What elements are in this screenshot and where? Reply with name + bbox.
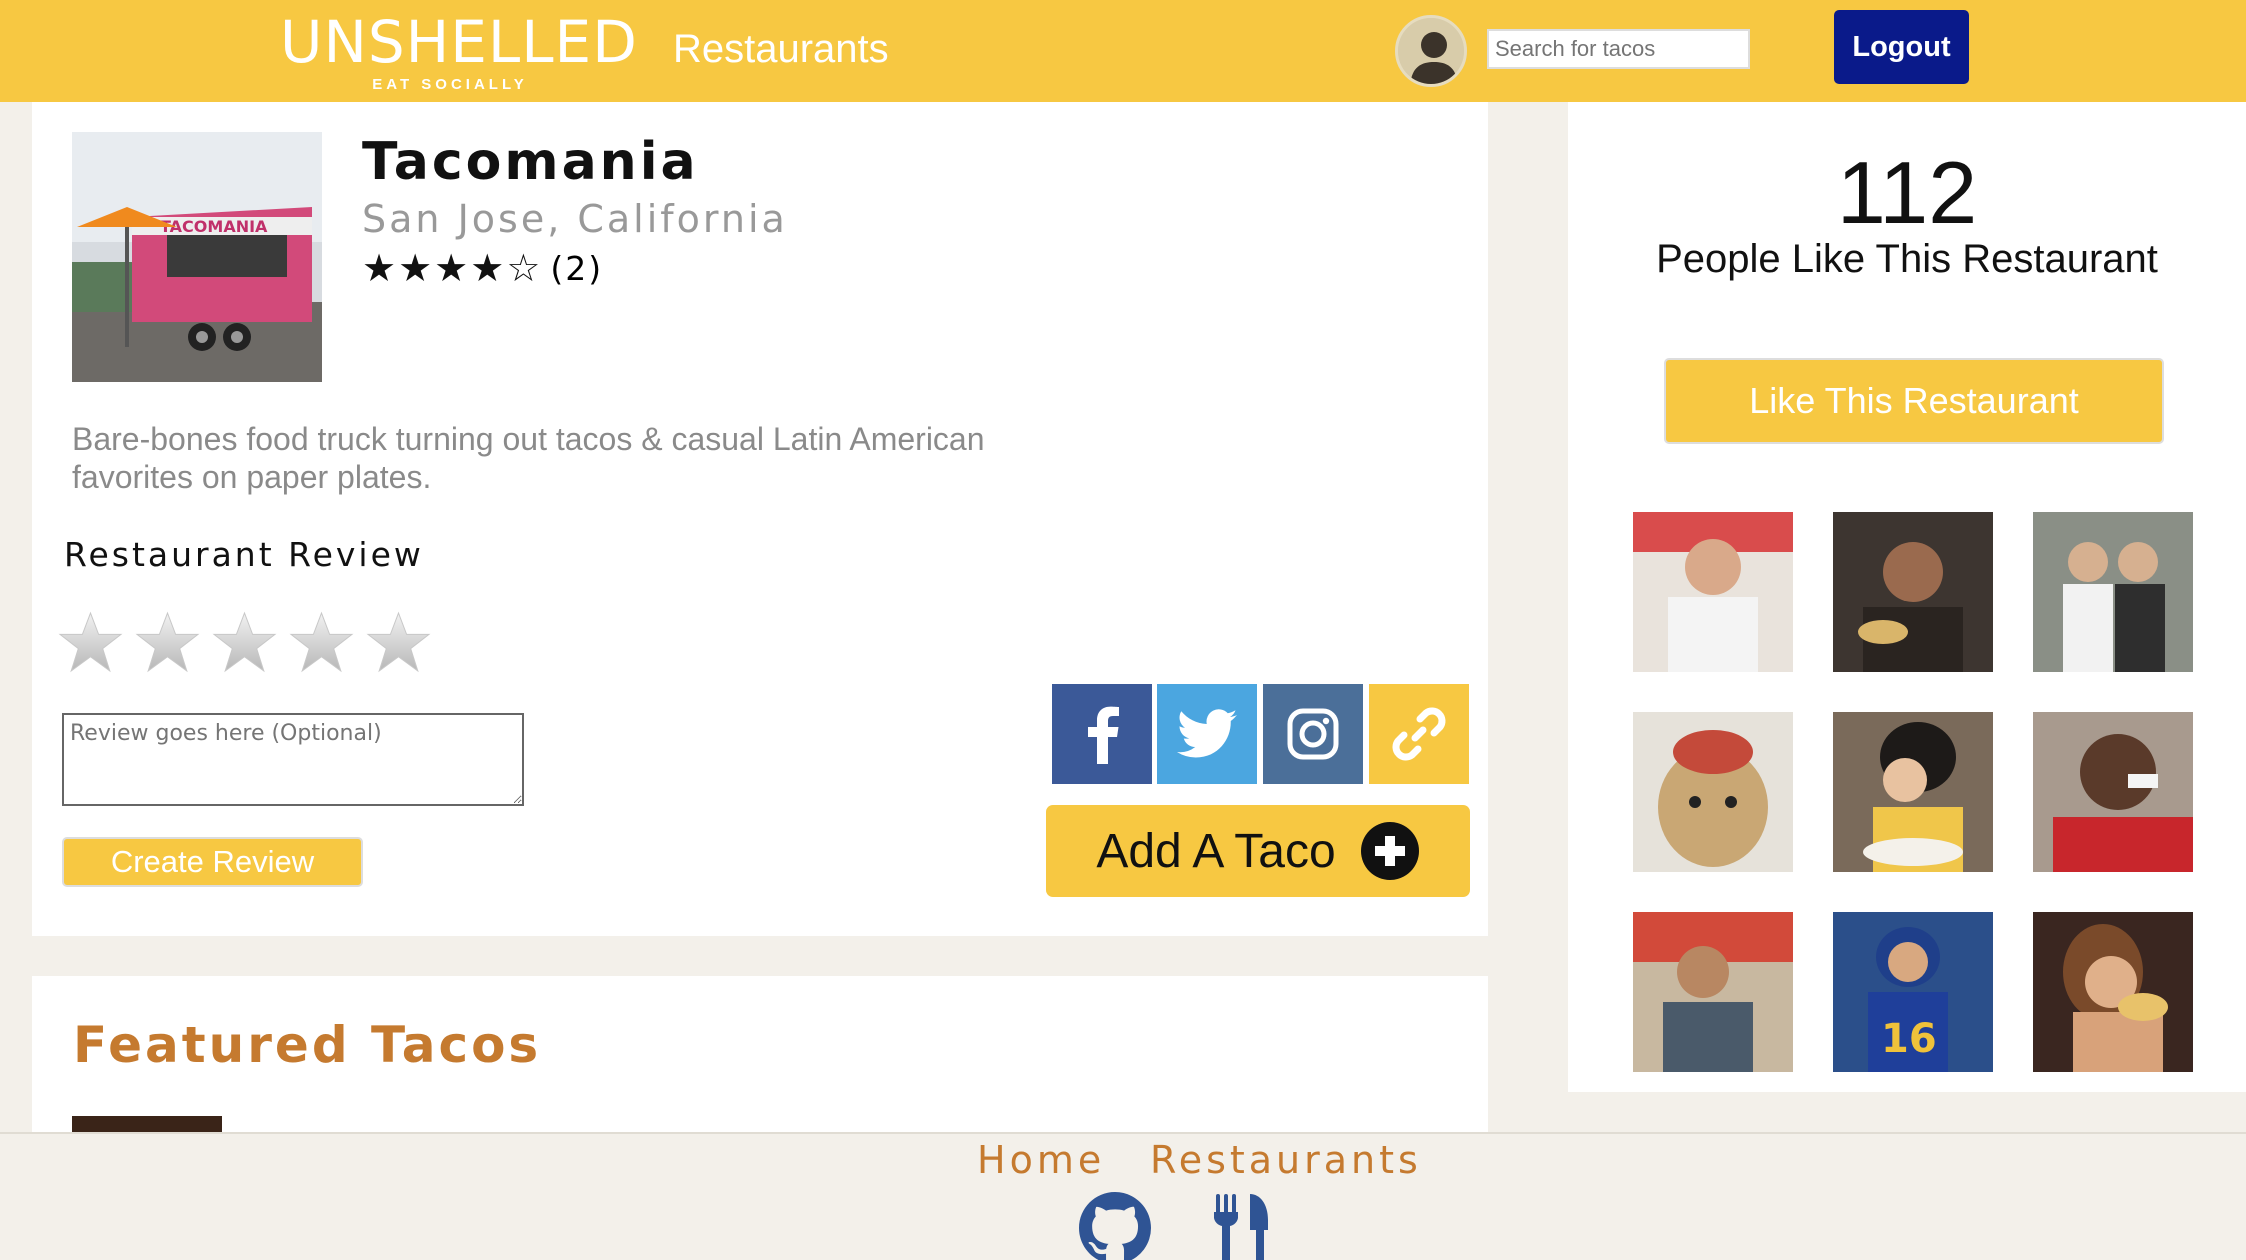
logout-button[interactable]: Logout	[1834, 10, 1969, 84]
search-input[interactable]	[1487, 29, 1750, 69]
share-instagram-button[interactable]	[1263, 684, 1363, 784]
star-filled-icon: ★	[470, 247, 505, 290]
logo-text: UNSHELLED	[280, 8, 638, 76]
restaurant-rating: ★ ★ ★ ★ ☆ (2)	[362, 249, 603, 288]
review-star-picker	[58, 610, 431, 675]
nav-restaurants-link[interactable]: Restaurants	[673, 24, 889, 74]
star-filled-icon: ★	[362, 247, 397, 290]
rate-star-4-icon[interactable]	[289, 610, 354, 675]
add-taco-button[interactable]: Add A Taco	[1046, 805, 1470, 897]
restaurant-description: Bare-bones food truck turning out tacos …	[72, 421, 985, 495]
rate-star-5-icon[interactable]	[366, 610, 431, 675]
create-review-button[interactable]: Create Review	[62, 837, 363, 887]
share-link-button[interactable]	[1369, 684, 1469, 784]
restaurant-photo: TACOMANIA	[72, 132, 322, 382]
liker-avatar[interactable]	[2033, 912, 2193, 1072]
rate-star-1-icon[interactable]	[58, 610, 123, 675]
facebook-icon	[1088, 706, 1119, 764]
liker-avatar[interactable]: 16	[1833, 912, 1993, 1072]
liker-avatar[interactable]	[2033, 512, 2193, 672]
liker-avatar[interactable]	[1633, 512, 1793, 672]
user-avatar[interactable]	[1395, 15, 1467, 87]
likes-panel: 112 People Like This Restaurant Like Thi…	[1568, 102, 2246, 1092]
review-count: (2)	[550, 249, 604, 288]
svg-text:16: 16	[1881, 1016, 1937, 1062]
review-textarea[interactable]	[62, 713, 524, 806]
liker-avatar[interactable]	[1833, 712, 1993, 872]
share-facebook-button[interactable]	[1052, 684, 1152, 784]
user-silhouette-icon	[1398, 18, 1464, 84]
featured-tacos-title: Featured Tacos	[73, 1016, 542, 1074]
liker-avatar[interactable]	[1633, 912, 1793, 1072]
footer: Home Restaurants	[0, 1132, 2246, 1260]
utensils-icon[interactable]	[1206, 1192, 1278, 1260]
likes-label: People Like This Restaurant	[1656, 237, 2158, 281]
svg-text:TACOMANIA: TACOMANIA	[160, 217, 268, 236]
likes-count: 112	[1836, 143, 1978, 242]
liker-avatar[interactable]	[1633, 712, 1793, 872]
github-icon[interactable]	[1079, 1192, 1151, 1260]
restaurant-name: Tacomania	[362, 132, 699, 192]
star-filled-icon: ★	[398, 247, 433, 290]
add-taco-label: Add A Taco	[1096, 824, 1336, 878]
restaurant-location: San Jose, California	[362, 197, 788, 241]
liker-avatar[interactable]	[1833, 512, 1993, 672]
star-empty-icon: ☆	[506, 247, 541, 290]
footer-restaurants-link[interactable]: Restaurants	[1150, 1138, 1422, 1182]
restaurant-detail-card: TACOMANIA Tacomania San Jose, California…	[32, 102, 1488, 936]
rate-star-2-icon[interactable]	[135, 610, 200, 675]
top-navbar: UNSHELLED EAT SOCIALLY Restaurants Logou…	[0, 0, 2246, 102]
site-logo[interactable]: UNSHELLED EAT SOCIALLY	[280, 8, 638, 93]
footer-home-link[interactable]: Home	[977, 1138, 1105, 1182]
share-twitter-button[interactable]	[1157, 684, 1257, 784]
twitter-icon	[1177, 709, 1237, 758]
logo-tagline: EAT SOCIALLY	[372, 76, 528, 93]
instagram-icon	[1287, 708, 1339, 760]
review-section-title: Restaurant Review	[64, 535, 424, 574]
liker-avatar[interactable]	[2033, 712, 2193, 872]
star-filled-icon: ★	[434, 247, 469, 290]
link-icon	[1392, 707, 1446, 761]
plus-circle-icon	[1360, 822, 1419, 880]
featured-tacos-section: Featured Tacos	[32, 976, 1488, 1136]
rate-star-3-icon[interactable]	[212, 610, 277, 675]
like-restaurant-button[interactable]: Like This Restaurant	[1664, 358, 2164, 444]
